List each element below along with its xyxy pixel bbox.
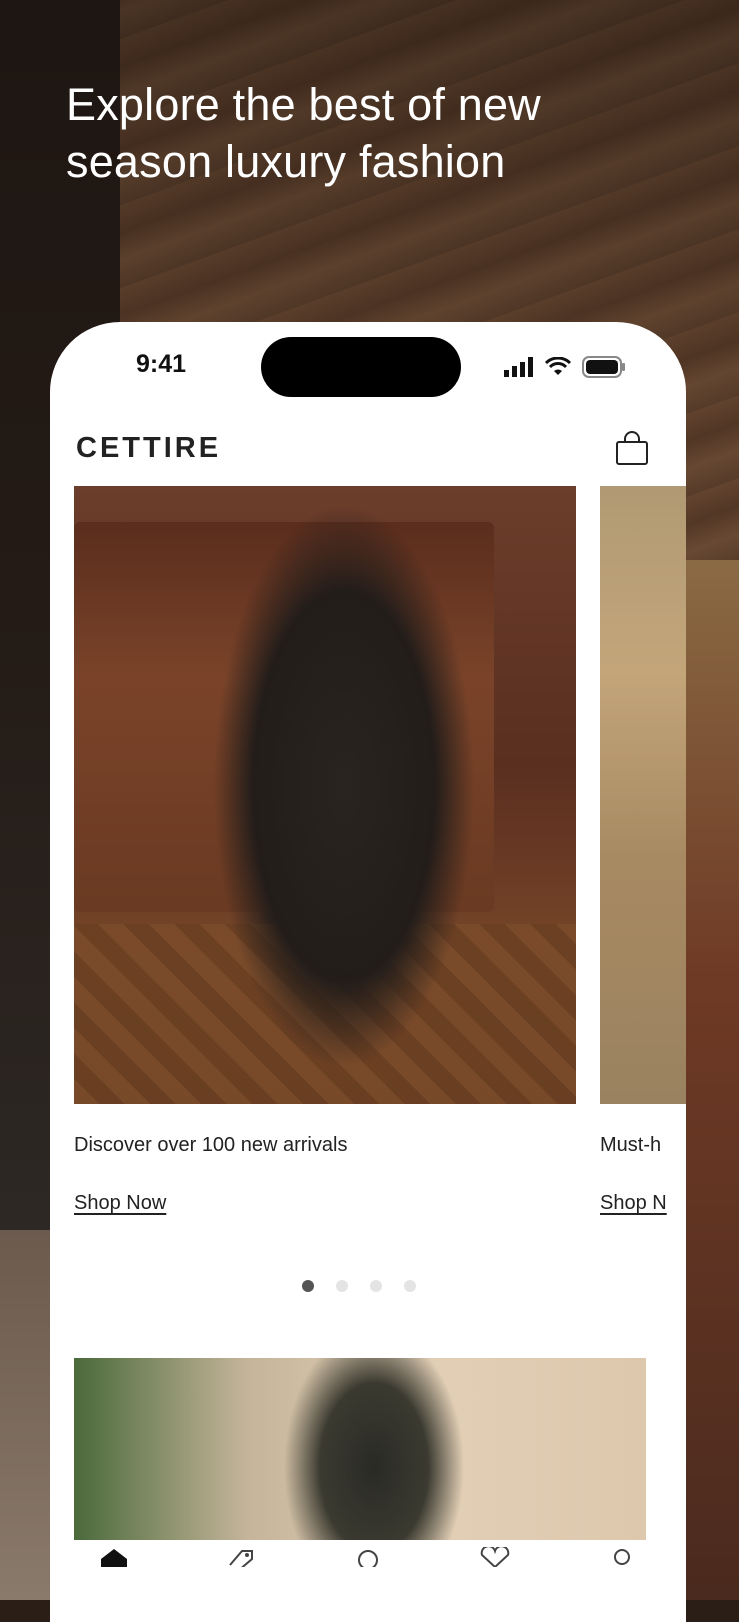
status-time: 9:41 bbox=[136, 350, 187, 378]
pagination-dot-active[interactable] bbox=[302, 1280, 314, 1292]
pagination-dot[interactable] bbox=[404, 1280, 416, 1292]
photo-model bbox=[214, 506, 474, 1066]
status-icons bbox=[504, 356, 626, 378]
photo-model bbox=[274, 1358, 474, 1540]
account-icon bbox=[614, 1549, 631, 1565]
cellular-signal-icon bbox=[504, 357, 533, 377]
bottom-tab-bar bbox=[50, 1547, 686, 1617]
tab-account[interactable] bbox=[602, 1547, 642, 1577]
phone-mockup: 9:41 CETTIRE Discover over 100 new arriv… bbox=[50, 322, 686, 1622]
tag-icon bbox=[229, 1550, 253, 1567]
carousel-pagination bbox=[302, 1280, 416, 1292]
home-icon bbox=[100, 1549, 127, 1567]
background-wall bbox=[679, 560, 739, 1600]
brand-logo[interactable]: CETTIRE bbox=[76, 432, 221, 465]
promo-headline: Explore the best of new season luxury fa… bbox=[66, 79, 541, 187]
heart-icon bbox=[480, 1547, 510, 1567]
carousel-card-image-next[interactable] bbox=[600, 486, 686, 1104]
carousel-card-image[interactable] bbox=[74, 486, 576, 1104]
shopping-bag-icon[interactable] bbox=[615, 430, 649, 466]
search-icon bbox=[357, 1550, 378, 1567]
shop-now-link-next[interactable]: Shop N bbox=[600, 1192, 667, 1215]
secondary-promo-image[interactable] bbox=[74, 1358, 646, 1540]
battery-icon bbox=[582, 356, 625, 378]
tab-search[interactable] bbox=[348, 1547, 388, 1577]
wifi-icon bbox=[544, 357, 572, 375]
card-caption: Discover over 100 new arrivals bbox=[74, 1134, 348, 1156]
tab-wishlist[interactable] bbox=[475, 1547, 515, 1577]
dynamic-island bbox=[261, 337, 461, 397]
card-caption-next: Must-h bbox=[600, 1134, 662, 1156]
tab-home[interactable] bbox=[94, 1547, 134, 1577]
shop-now-link[interactable]: Shop Now bbox=[74, 1192, 166, 1215]
pagination-dot[interactable] bbox=[370, 1280, 382, 1292]
pagination-dot[interactable] bbox=[336, 1280, 348, 1292]
tab-sale[interactable] bbox=[221, 1547, 261, 1577]
